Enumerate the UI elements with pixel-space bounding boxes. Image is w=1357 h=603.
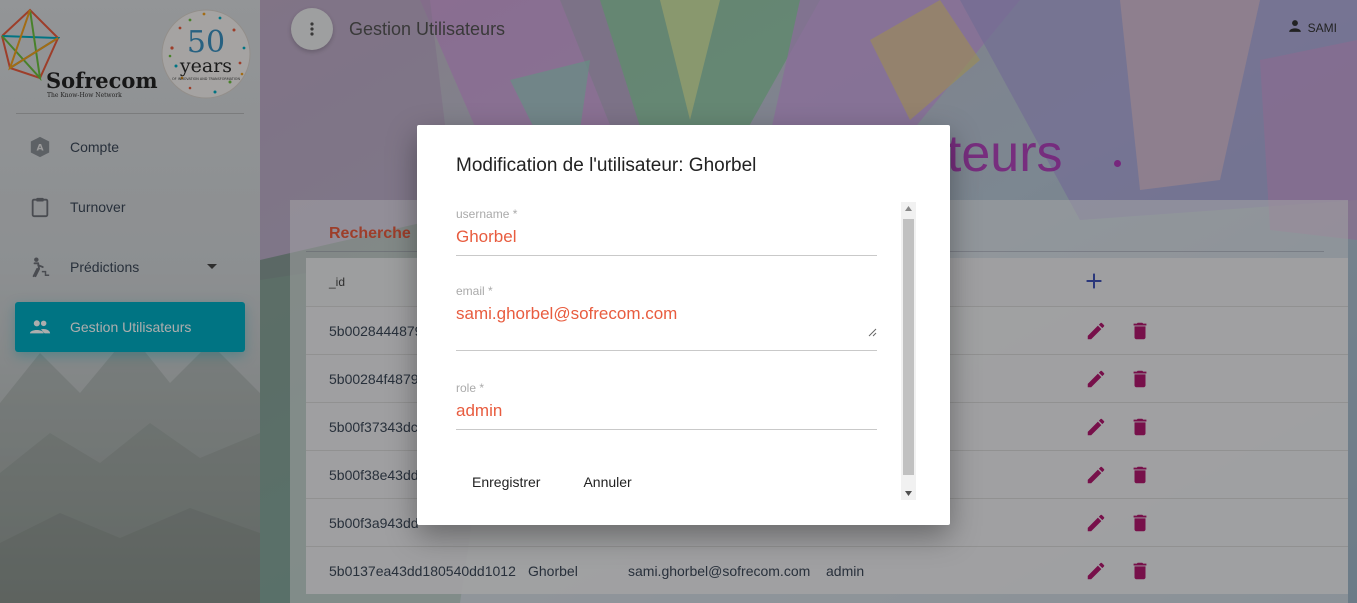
- role-field[interactable]: role * admin: [456, 381, 877, 430]
- email-field[interactable]: email * sami.ghorbel@sofrecom.com: [456, 284, 877, 351]
- email-label: email *: [456, 284, 493, 298]
- edit-user-dialog: Modification de l'utilisateur: Ghorbel u…: [417, 125, 950, 525]
- scroll-down-arrow-icon[interactable]: [905, 491, 912, 496]
- role-input[interactable]: admin: [456, 401, 877, 421]
- username-label: username *: [456, 207, 518, 221]
- dialog-form: username * Ghorbel email * sami.ghorbel@…: [456, 202, 916, 500]
- username-input[interactable]: Ghorbel: [456, 227, 877, 247]
- scrollbar-thumb[interactable]: [903, 219, 914, 475]
- dialog-title: Modification de l'utilisateur: Ghorbel: [456, 155, 757, 176]
- role-label: role *: [456, 381, 485, 395]
- save-button[interactable]: Enregistrer: [456, 466, 556, 498]
- email-underline: [456, 350, 877, 351]
- email-input[interactable]: sami.ghorbel@sofrecom.com: [456, 304, 877, 324]
- resize-handle-icon[interactable]: [868, 328, 877, 337]
- dialog-actions: Enregistrer Annuler: [456, 466, 659, 498]
- scroll-up-arrow-icon[interactable]: [905, 206, 912, 211]
- role-underline: [456, 429, 877, 430]
- dialog-scrollbar[interactable]: [901, 202, 916, 500]
- username-field[interactable]: username * Ghorbel: [456, 207, 877, 256]
- cancel-button[interactable]: Annuler: [567, 466, 647, 498]
- username-underline: [456, 255, 877, 256]
